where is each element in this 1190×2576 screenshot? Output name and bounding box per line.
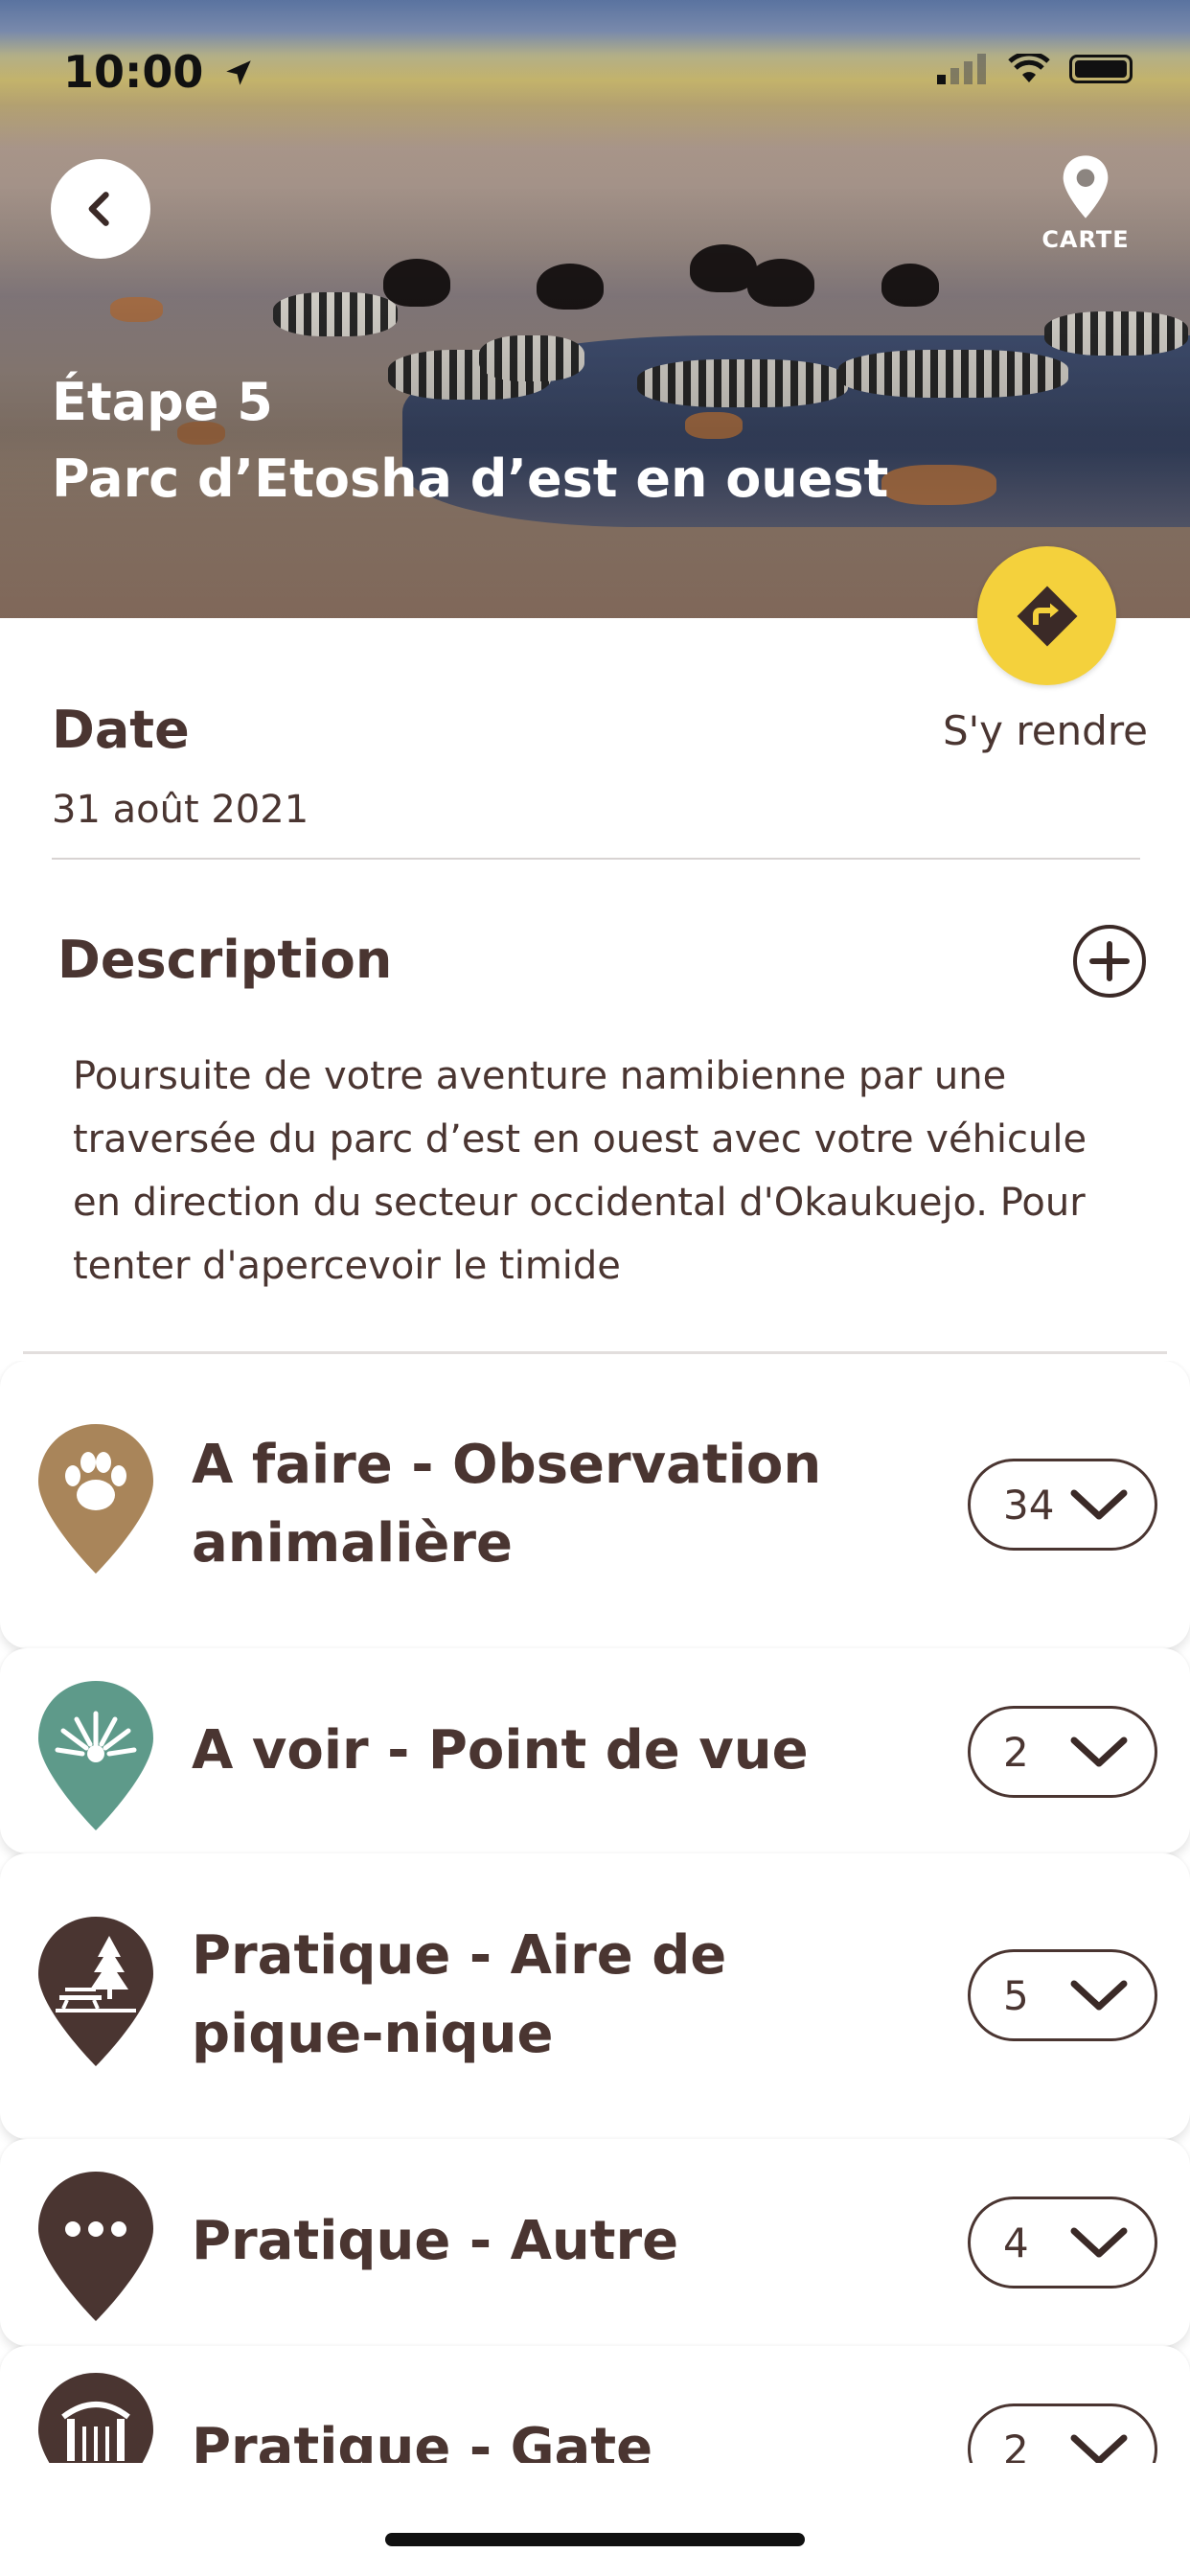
count-dropdown[interactable]: 34: [968, 1459, 1157, 1551]
directions-button[interactable]: [977, 546, 1116, 685]
count-dropdown[interactable]: 5: [968, 1949, 1157, 2041]
more-dots-icon: [38, 2172, 153, 2321]
count-value: 2: [1003, 1728, 1029, 1776]
gate-icon: [38, 2373, 153, 2463]
date-value: 31 août 2021: [52, 788, 309, 832]
chevron-down-icon: [1070, 2227, 1128, 2258]
map-button-label: CARTE: [1041, 226, 1130, 253]
chevron-down-icon: [1070, 1489, 1128, 1520]
category-card-observation[interactable]: A faire - Observation animalière 34: [0, 1361, 1190, 1648]
go-there-link[interactable]: S'y rendre: [943, 707, 1148, 754]
category-card-other[interactable]: Pratique - Autre 4: [0, 2139, 1190, 2346]
expand-description-button[interactable]: [1071, 923, 1148, 1000]
category-list: A faire - Observation animalière 34 A vo…: [0, 1361, 1190, 2463]
map-pin-icon: [1063, 155, 1109, 218]
category-title: Pratique - Aire de pique-nique: [192, 1924, 727, 2065]
count-value: 4: [1003, 2219, 1029, 2266]
category-card-gate[interactable]: Pratique - Gate 2: [0, 2346, 1190, 2463]
divider: [52, 858, 1140, 860]
viewpoint-icon: [38, 1681, 153, 1830]
count-dropdown[interactable]: 2: [968, 2404, 1157, 2463]
chevron-down-icon: [1070, 1980, 1128, 2011]
status-icons: [937, 54, 1133, 84]
category-card-picnic[interactable]: Pratique - Aire de pique-nique 5: [0, 1853, 1190, 2139]
cellular-signal-icon: [937, 54, 986, 84]
category-title: A voir - Point de vue: [192, 1719, 809, 1782]
count-value: 5: [1003, 1971, 1029, 2019]
status-time: 10:00: [63, 46, 255, 98]
description-text: Poursuite de votre aventure namibienne p…: [73, 1054, 1087, 1288]
category-title: Pratique - Gate: [192, 2417, 653, 2463]
wifi-icon: [1008, 54, 1050, 82]
paw-icon: [38, 1424, 153, 1574]
category-title: Pratique - Autre: [192, 2210, 679, 2272]
step-number: Étape 5: [52, 372, 273, 432]
picnic-icon: [38, 1917, 153, 2066]
date-label: Date: [52, 700, 190, 760]
count-value: 2: [1003, 2426, 1029, 2464]
count-dropdown[interactable]: 4: [968, 2196, 1157, 2288]
divider: [23, 1351, 1167, 1354]
page-title: Parc d’Etosha d’est en ouest: [52, 448, 889, 509]
battery-icon: [1069, 55, 1133, 83]
chevron-down-icon: [1070, 1736, 1128, 1767]
category-card-viewpoint[interactable]: A voir - Point de vue 2: [0, 1648, 1190, 1853]
category-title: A faire - Observation animalière: [192, 1434, 822, 1575]
back-button[interactable]: [51, 159, 150, 259]
count-dropdown[interactable]: 2: [968, 1706, 1157, 1798]
location-arrow-icon: [226, 60, 252, 85]
count-value: 34: [1003, 1481, 1055, 1529]
chevron-left-icon: [88, 192, 109, 226]
home-indicator[interactable]: [385, 2533, 805, 2546]
map-button[interactable]: CARTE: [1033, 153, 1138, 253]
directions-icon: [1017, 586, 1077, 646]
status-time-text: 10:00: [63, 46, 204, 98]
plus-circle-icon: [1073, 925, 1146, 998]
chevron-down-icon: [1070, 2434, 1128, 2463]
description-label: Description: [57, 930, 393, 990]
